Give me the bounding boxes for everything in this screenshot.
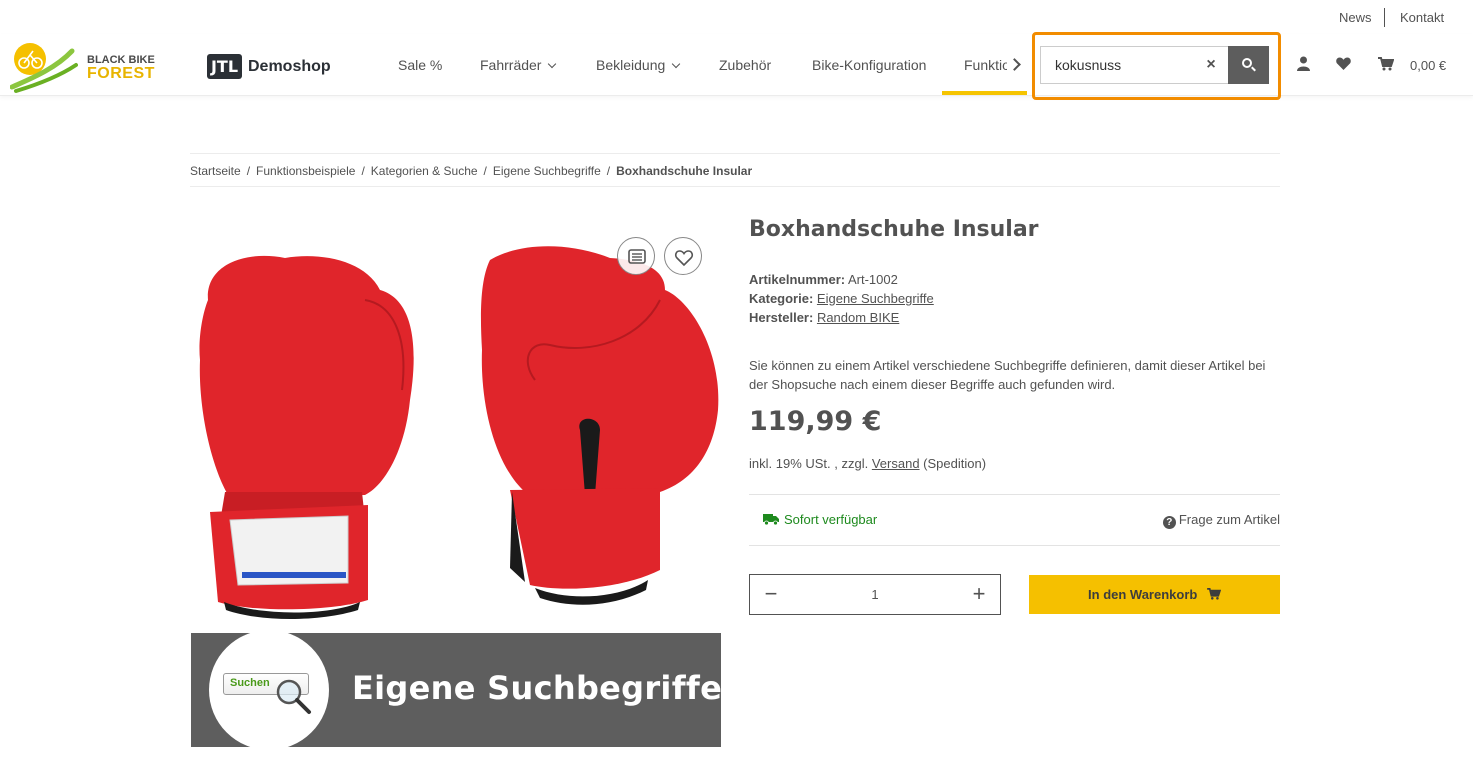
nav-item-label: Sale % (398, 57, 443, 73)
list-icon (628, 249, 646, 264)
question-label: Frage zum Artikel (1178, 512, 1280, 527)
chevron-down-icon (548, 59, 557, 69)
breadcrumb: Startseite / Funktionsbeispiele / Kategorien… (190, 153, 1280, 187)
magnifier-icon (276, 679, 311, 714)
product-category: Kategorie: Eigene Suchbegriffe (749, 291, 934, 306)
breadcrumb-item-eigene-suchbegriffe[interactable]: Eigene Suchbegriffe (493, 164, 601, 178)
heart-outline-icon (674, 250, 694, 267)
product-manufacturer: Hersteller: Random BIKE (749, 310, 899, 325)
add-to-cart-button[interactable]: In den Warenkorb (1029, 575, 1280, 614)
category-banner[interactable]: Suchen Eigene Suchbegriffe (191, 633, 721, 747)
quantity-input[interactable] (830, 575, 920, 614)
top-bar: News Kontakt (0, 0, 1473, 34)
nav-item-funktionsbeispiele[interactable]: Funktio (964, 57, 1010, 73)
wishlist-button[interactable] (664, 237, 702, 275)
nav-item-label: Fahrräder (480, 57, 542, 73)
nav-item-label: Zubehör (719, 57, 772, 73)
category-label: Kategorie: (749, 291, 814, 306)
decrease-quantity-button[interactable]: − (750, 575, 792, 614)
question-link[interactable]: ? Frage zum Artikel (1162, 512, 1280, 529)
nav-item-sale[interactable]: Sale % (398, 57, 442, 73)
jtl-mark: JTL (207, 54, 242, 79)
nav-item-label: Bike-Konfiguration (812, 57, 927, 73)
sku-value: Art-1002 (847, 272, 898, 287)
product-title: Boxhandschuhe Insular (749, 217, 1039, 242)
left-glove-graphic (199, 255, 414, 619)
availability-row: Sofort verfügbar ? Frage zum Artikel (749, 494, 1280, 546)
breadcrumb-separator: / (246, 164, 251, 178)
search-button[interactable] (1228, 46, 1269, 84)
shipping-suffix: (Spedition) (923, 456, 987, 471)
top-bar-divider (1384, 8, 1385, 27)
nav-active-indicator (942, 91, 1027, 95)
heart-icon[interactable] (1336, 57, 1351, 70)
breadcrumb-separator: / (606, 164, 611, 178)
quantity-stepper: − + (749, 574, 1001, 615)
right-glove-graphic (480, 246, 719, 605)
breadcrumb-item-kategorien-suche[interactable]: Kategorien & Suche (371, 164, 478, 178)
cart-total[interactable]: 0,00 € (1410, 58, 1446, 73)
truck-icon (763, 514, 779, 526)
search-icon-handle (1251, 66, 1256, 72)
bike-logo-icon (9, 43, 78, 93)
manufacturer-link[interactable]: Random BIKE (817, 310, 899, 325)
breadcrumb-separator: / (361, 164, 365, 178)
product-description: Sie können zu einem Artikel verschiedene… (749, 358, 1266, 392)
banner-circle: Suchen (209, 633, 329, 747)
black-bike-forest-logo[interactable]: BLACK BIKE FOREST (9, 39, 160, 95)
product-sku: Artikelnummer: Art-1002 (749, 272, 898, 287)
sku-label: Artikelnummer: (749, 272, 846, 287)
tax-info: inkl. 19% USt. , zzgl. Versand (Speditio… (749, 456, 986, 471)
shop-name: Demoshop (248, 58, 331, 75)
nav-item-bekleidung[interactable]: Bekleidung (596, 57, 681, 73)
stock-status: Sofort verfügbar (763, 512, 877, 527)
chevron-right-icon (1008, 58, 1021, 71)
shipping-link[interactable]: Versand (872, 456, 920, 471)
kontakt-link[interactable]: Kontakt (1400, 10, 1444, 25)
nav-item-zubehoer[interactable]: Zubehör (719, 57, 771, 73)
cart-icon (1207, 588, 1222, 600)
clear-search-icon[interactable]: × (1203, 57, 1219, 73)
product-image[interactable] (190, 230, 725, 625)
cart-icon[interactable] (1378, 57, 1394, 71)
increase-quantity-button[interactable]: + (958, 575, 1000, 614)
nav-scroll-right-button[interactable] (1007, 53, 1027, 77)
banner-title: Eigene Suchbegriffe (352, 669, 721, 707)
brand-line-2: FOREST (87, 65, 155, 82)
banner-search-word: Suchen (230, 677, 270, 689)
nav-item-bike-konfiguration[interactable]: Bike-Konfiguration (812, 57, 926, 73)
breadcrumb-separator: / (483, 164, 487, 178)
user-icon[interactable] (1297, 56, 1310, 71)
nav-item-fahrraeder[interactable]: Fahrräder (480, 57, 557, 73)
question-circle-icon: ? (1162, 516, 1176, 529)
breadcrumb-item-funktionsbeispiele[interactable]: Funktionsbeispiele (256, 164, 355, 178)
tax-prefix: inkl. 19% USt. , zzgl. (749, 456, 869, 471)
search-input[interactable] (1040, 46, 1229, 84)
product-price: 119,99 € (749, 406, 882, 437)
manufacturer-label: Hersteller: (749, 310, 814, 325)
chevron-down-icon (672, 59, 681, 69)
add-to-cart-label: In den Warenkorb (1088, 587, 1198, 602)
brand-wordmark: BLACK BIKE FOREST (87, 55, 155, 82)
nav-item-label: Funktio (964, 57, 1010, 73)
stock-label: Sofort verfügbar (784, 512, 878, 527)
category-link[interactable]: Eigene Suchbegriffe (817, 291, 934, 306)
breadcrumb-item-startseite[interactable]: Startseite (190, 164, 241, 178)
news-link[interactable]: News (1339, 10, 1372, 25)
compare-button[interactable] (617, 237, 655, 275)
breadcrumb-current: Boxhandschuhe Insular (616, 164, 753, 178)
nav-item-label: Bekleidung (596, 57, 666, 73)
